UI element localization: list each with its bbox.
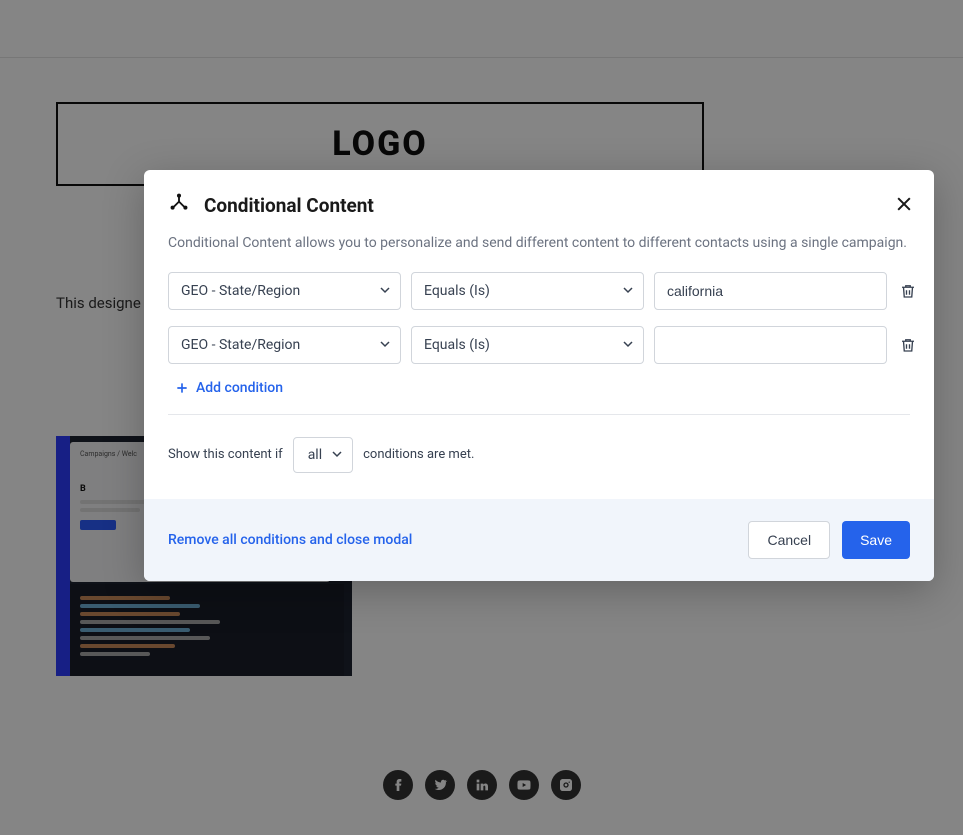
value-input[interactable] <box>654 272 887 310</box>
match-mode-row: Show this content if all conditions are … <box>144 415 934 499</box>
conditions-list: GEO - State/Region Equals (Is) GEO - Sta… <box>144 272 934 364</box>
modal-description: Conditional Content allows you to person… <box>144 228 934 272</box>
condition-row: GEO - State/Region Equals (Is) <box>168 272 910 310</box>
field-select-value: GEO - State/Region <box>181 283 300 299</box>
add-condition-label: Add condition <box>196 380 283 396</box>
chevron-down-icon <box>623 337 633 353</box>
field-select[interactable]: GEO - State/Region <box>168 272 401 310</box>
match-mode-value: all <box>308 447 322 463</box>
match-suffix: conditions are met. <box>363 447 474 462</box>
modal-footer: Remove all conditions and close modal Ca… <box>144 499 934 581</box>
footer-buttons: Cancel Save <box>748 521 910 559</box>
add-condition-button[interactable]: Add condition <box>150 380 934 414</box>
close-button[interactable] <box>894 194 914 218</box>
operator-select-value: Equals (Is) <box>424 283 490 299</box>
value-input[interactable] <box>654 326 887 364</box>
remove-all-link[interactable]: Remove all conditions and close modal <box>168 532 412 548</box>
condition-row: GEO - State/Region Equals (Is) <box>168 326 910 364</box>
operator-select[interactable]: Equals (Is) <box>411 272 644 310</box>
match-prefix: Show this content if <box>168 447 283 462</box>
modal-title: Conditional Content <box>204 194 374 217</box>
field-select-value: GEO - State/Region <box>181 337 300 353</box>
chevron-down-icon <box>380 337 390 353</box>
delete-condition-button[interactable] <box>897 336 919 354</box>
field-select[interactable]: GEO - State/Region <box>168 326 401 364</box>
chevron-down-icon <box>332 447 342 463</box>
chevron-down-icon <box>380 283 390 299</box>
conditional-content-icon <box>168 192 190 218</box>
chevron-down-icon <box>623 283 633 299</box>
modal-header: Conditional Content <box>144 170 934 228</box>
save-button[interactable]: Save <box>842 521 910 559</box>
conditional-content-modal: Conditional Content Conditional Content … <box>144 170 934 581</box>
match-mode-select[interactable]: all <box>293 437 353 473</box>
operator-select[interactable]: Equals (Is) <box>411 326 644 364</box>
delete-condition-button[interactable] <box>897 282 919 300</box>
operator-select-value: Equals (Is) <box>424 337 490 353</box>
cancel-button[interactable]: Cancel <box>748 521 830 559</box>
